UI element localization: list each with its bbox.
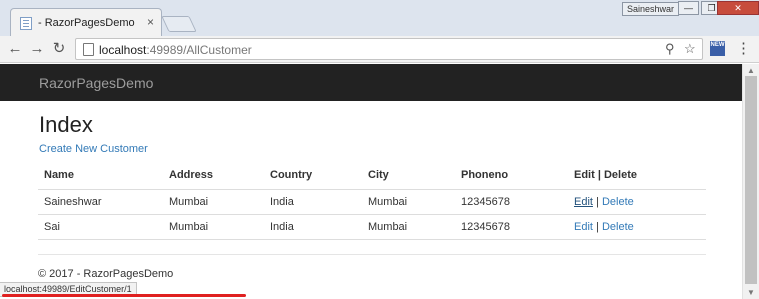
cell-address: Mumbai xyxy=(163,189,264,215)
profile-user-badge[interactable]: Saineshwar xyxy=(622,2,680,16)
edit-link[interactable]: Edit xyxy=(574,196,593,208)
site-brand-link[interactable]: RazorPagesDemo xyxy=(39,75,153,91)
browser-titlebar: - RazorPagesDemo × Saineshwar — ❐ ✕ xyxy=(0,0,759,37)
cell-city: Mumbai xyxy=(362,189,455,215)
cell-actions: Edit | Delete xyxy=(568,189,706,215)
page-title: Index xyxy=(39,112,93,137)
delete-link[interactable]: Delete xyxy=(602,196,634,208)
column-header-city: City xyxy=(362,162,455,190)
scroll-thumb[interactable] xyxy=(745,76,757,284)
new-tab-button[interactable] xyxy=(161,16,197,32)
tab-title: - RazorPagesDemo xyxy=(38,17,135,29)
window-close-button[interactable]: ✕ xyxy=(717,1,759,15)
create-new-customer-link[interactable]: Create New Customer xyxy=(39,143,148,155)
page-footer: © 2017 - RazorPagesDemo xyxy=(38,268,174,280)
edit-link[interactable]: Edit xyxy=(574,221,593,233)
cell-phoneno: 12345678 xyxy=(455,214,568,240)
browser-toolbar: ← → ↻ localhost:49989/AllCustomer ⚲ ☆ NE… xyxy=(0,36,759,63)
zoom-search-icon[interactable]: ⚲ xyxy=(665,41,675,57)
annotation-underline xyxy=(2,294,246,297)
reload-icon[interactable]: ↻ xyxy=(50,40,68,58)
column-header-address: Address xyxy=(163,162,264,190)
page-scrollbar[interactable]: ▲ ▼ xyxy=(742,64,759,299)
delete-link[interactable]: Delete xyxy=(602,221,634,233)
address-bar[interactable]: localhost:49989/AllCustomer ⚲ ☆ xyxy=(75,38,703,60)
cell-actions: Edit | Delete xyxy=(568,214,706,240)
window-minimize-button[interactable]: — xyxy=(678,1,699,15)
footer-divider xyxy=(38,254,706,255)
back-arrow-icon[interactable]: ← xyxy=(6,40,24,58)
scroll-up-arrow-icon[interactable]: ▲ xyxy=(747,66,755,75)
site-navbar: RazorPagesDemo xyxy=(0,64,742,101)
page-favicon-icon xyxy=(20,17,32,30)
cell-country: India xyxy=(264,189,362,215)
browser-menu-icon[interactable]: ⋮ xyxy=(736,39,751,57)
table-header-row: Name Address Country City Phoneno Edit |… xyxy=(38,162,706,190)
url-text[interactable]: localhost:49989/AllCustomer xyxy=(99,43,252,57)
cell-city: Mumbai xyxy=(362,214,455,240)
column-header-country: Country xyxy=(264,162,362,190)
page-info-icon[interactable] xyxy=(83,43,94,56)
customer-table: Name Address Country City Phoneno Edit |… xyxy=(38,162,706,240)
bookmark-star-icon[interactable]: ☆ xyxy=(684,41,696,57)
cell-phoneno: 12345678 xyxy=(455,189,568,215)
action-separator: | xyxy=(596,195,599,208)
cell-name: Sai xyxy=(38,214,163,240)
forward-arrow-icon[interactable]: → xyxy=(28,40,46,58)
table-row: Sai Mumbai India Mumbai 12345678 Edit | … xyxy=(38,214,706,240)
column-header-phoneno: Phoneno xyxy=(455,162,568,190)
cell-country: India xyxy=(264,214,362,240)
table-row: Saineshwar Mumbai India Mumbai 12345678 … xyxy=(38,189,706,215)
action-separator: | xyxy=(596,220,599,233)
cell-name: Saineshwar xyxy=(38,189,163,215)
tab-close-icon[interactable]: × xyxy=(147,15,154,29)
browser-tab[interactable]: - RazorPagesDemo × xyxy=(10,8,162,37)
scroll-down-arrow-icon[interactable]: ▼ xyxy=(747,288,755,297)
column-header-name: Name xyxy=(38,162,163,190)
extension-icon[interactable]: NEW xyxy=(710,41,725,56)
cell-address: Mumbai xyxy=(163,214,264,240)
column-header-actions: Edit | Delete xyxy=(568,162,706,190)
